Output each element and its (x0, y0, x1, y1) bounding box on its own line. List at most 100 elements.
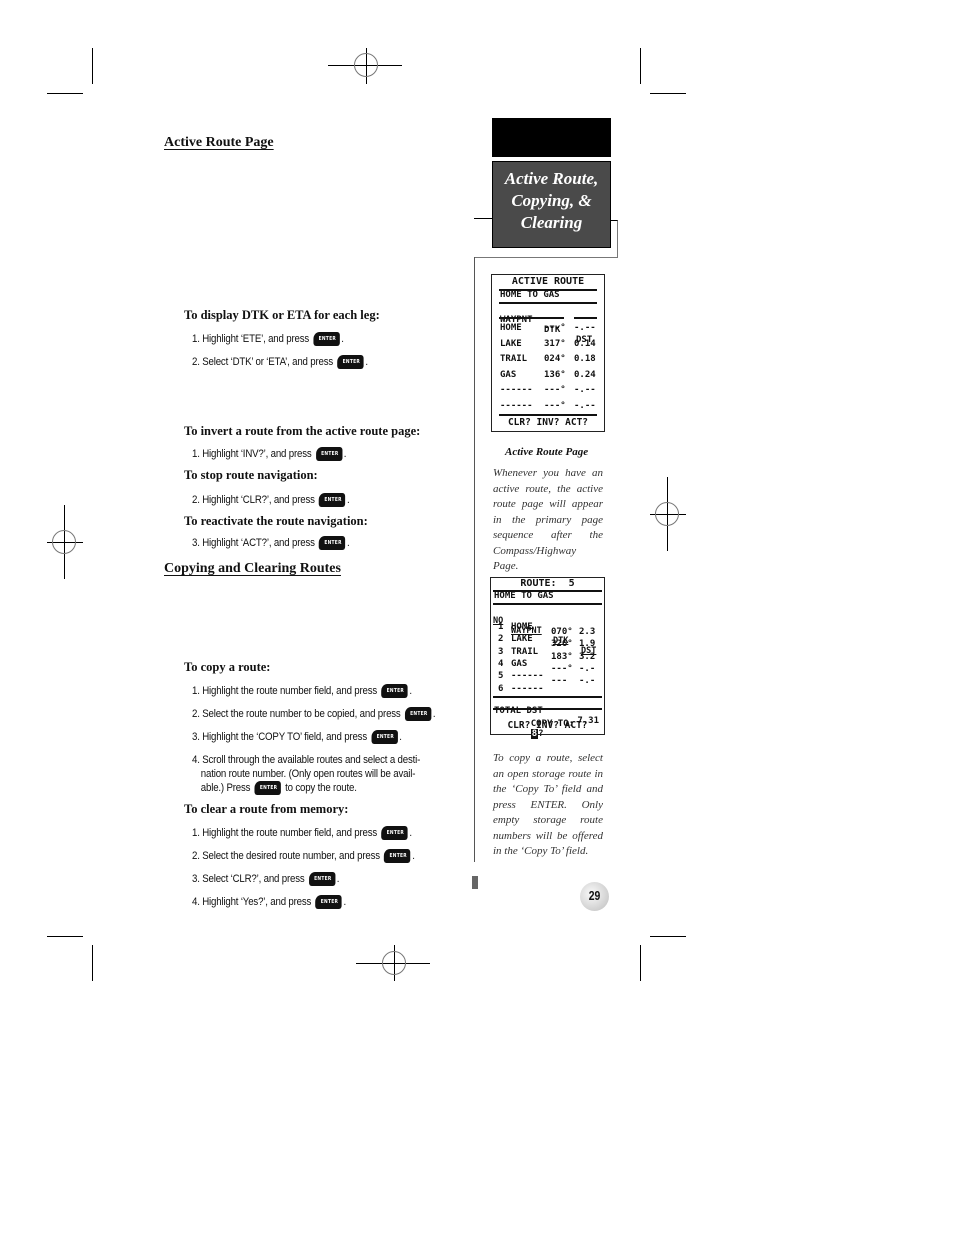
step-item: 2. Select the desired route number, and … (192, 849, 415, 863)
step-item: 3. Highlight ‘ACT?’, and press ENTER. (192, 536, 350, 550)
caption-title: Active Route Page (505, 446, 589, 458)
active-route-screen: ACTIVE ROUTE HOME TO GAS WAYPNT DTK DST … (491, 274, 605, 432)
desired-track: ---° (544, 385, 566, 395)
chapter-title-line: Copying, & (511, 191, 592, 210)
screen-footer: CLR? INV? ACT? (507, 417, 589, 428)
distance: 3.2 (579, 651, 596, 662)
chapter-title-line: Active Route, (504, 169, 599, 188)
route-name: HOME TO GAS (500, 290, 560, 300)
waypoint-number: 3 (498, 646, 504, 657)
crop-mark (92, 48, 93, 84)
enter-key-icon: ENTER (313, 332, 340, 346)
desired-track: ---° (551, 663, 573, 674)
section-heading-active-route: Active Route Page (164, 135, 274, 150)
waypoint-name: LAKE (500, 338, 522, 349)
waypoint-number: 4 (498, 658, 504, 669)
waypoint-number: 6 (498, 683, 504, 694)
enter-key-icon: ENTER (254, 781, 281, 796)
desired-track: ---° (544, 400, 566, 411)
crop-mark (650, 936, 686, 937)
waypoint-name: ------ (500, 385, 533, 395)
enter-key-icon: ENTER (308, 872, 336, 886)
distance: -.- (579, 663, 596, 674)
step-item: 1. Highlight ‘INV?’, and press ENTER. (192, 447, 347, 461)
route-screen: ROUTE: 5 HOME TO GAS NO WAYPNT DTK DST 1… (490, 577, 605, 739)
waypoint-name: TRAIL (500, 354, 528, 364)
waypoint-name: GAS (500, 369, 517, 380)
subhead-reactivate: To reactivate the route navigation: (184, 514, 368, 528)
distance: -.-- (574, 323, 596, 333)
distance: 1.9 (579, 639, 596, 650)
subhead-dtk-eta: To display DTK or ETA for each leg: (184, 308, 380, 322)
enter-key-icon: ENTER (315, 447, 343, 461)
enter-key-icon: ENTER (404, 707, 432, 721)
enter-key-icon: ENTER (319, 493, 346, 507)
sidebar-marker (472, 876, 478, 889)
step-item: 3. Highlight the ‘COPY TO’ field, and pr… (192, 730, 402, 744)
step-item: 2. Select the route number to be copied,… (192, 707, 436, 721)
subhead-copy: To copy a route: (184, 660, 271, 674)
waypoint-name: ------ (500, 400, 533, 411)
step-item: 3. Select ‘CLR?’, and press ENTER. (192, 872, 340, 886)
waypoint-name: HOME (511, 622, 533, 632)
desired-track: 136° (544, 369, 566, 380)
tab-frame-bottom (474, 257, 617, 258)
waypoint-name: GAS (511, 658, 528, 669)
waypoint-name: HOME (500, 323, 522, 333)
page-number-badge: 29 (580, 882, 609, 911)
subhead-stop: To stop route navigation: (184, 468, 318, 482)
route-name: HOME TO GAS (494, 591, 554, 601)
crop-mark (92, 945, 93, 981)
screen-title: ACTIVE ROUTE (511, 276, 585, 287)
distance: 0.14 (574, 338, 596, 349)
desired-track: ---° (544, 323, 566, 333)
enter-key-icon: ENTER (319, 536, 346, 550)
step-item: 1. Highlight the route number field, and… (192, 826, 412, 840)
waypoint-number: 2 (498, 634, 504, 645)
crop-mark (47, 93, 83, 94)
enter-key-icon: ENTER (337, 355, 364, 369)
chapter-title-line: Clearing (520, 213, 583, 232)
crop-mark (640, 48, 641, 84)
desired-track: 024° (544, 354, 566, 364)
step-item: 2. Highlight ‘CLR?’, and press ENTER. (192, 493, 350, 507)
step-item: 4. Scroll through the available routes a… (192, 754, 421, 796)
caption-copy: To copy a route, select an open storage … (493, 752, 603, 857)
desired-track: 183° (551, 651, 573, 662)
sidebar-rule (474, 257, 475, 862)
waypoint-number: 1 (498, 622, 504, 632)
enter-key-icon: ENTER (315, 895, 342, 909)
crop-mark (47, 936, 83, 937)
chapter-tab-title: Active Route, Copying, & Clearing (492, 161, 611, 248)
distance: -.- (579, 676, 596, 687)
page-number: 29 (588, 888, 601, 903)
waypoint-name: ------ (511, 683, 544, 694)
enter-key-icon: ENTER (381, 826, 408, 840)
section-heading-copying: Copying and Clearing Routes (164, 561, 341, 576)
tab-leader-line (474, 218, 492, 219)
step-item: 1. Highlight the route number field, and… (192, 684, 412, 698)
crop-mark (640, 945, 641, 981)
tab-frame-right (611, 220, 618, 258)
distance: -.-- (574, 385, 596, 395)
waypoint-name: TRAIL (511, 646, 539, 657)
chapter-tab-header (492, 118, 611, 157)
desired-track: 317° (544, 338, 566, 349)
screen-title: ROUTE: 5 (520, 578, 575, 589)
waypoint-name: ------ (511, 671, 544, 682)
enter-key-icon: ENTER (381, 684, 408, 698)
enter-key-icon: ENTER (384, 849, 411, 863)
screen-footer: CLR? INV? ACT? (507, 720, 588, 731)
caption-active-route: Whenever you have an active route, the a… (493, 467, 603, 572)
distance: -.-- (574, 400, 596, 411)
enter-key-icon: ENTER (371, 730, 398, 744)
desired-track: --- (551, 676, 568, 687)
waypoint-number: 5 (498, 671, 504, 682)
distance: 2.3 (579, 627, 596, 637)
step-item: 4. Highlight ‘Yes?’, and press ENTER. (192, 895, 346, 909)
desired-track: 326° (551, 639, 573, 650)
crop-mark (650, 93, 686, 94)
distance: 0.24 (574, 369, 596, 380)
subhead-clear: To clear a route from memory: (184, 802, 349, 816)
step-item: 2. Select ‘DTK’ or ‘ETA’, and press ENTE… (192, 355, 368, 369)
